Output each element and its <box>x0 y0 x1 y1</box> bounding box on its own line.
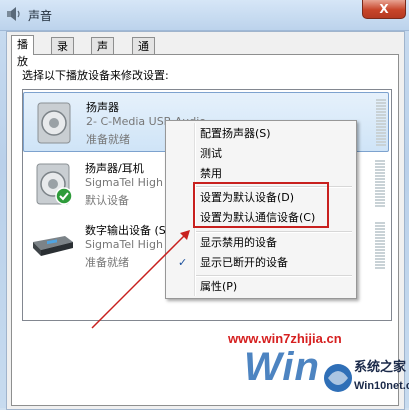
close-icon: X <box>379 2 389 16</box>
level-meter <box>375 222 385 270</box>
menu-item-properties[interactable]: 属性(P) <box>168 278 354 296</box>
menu-item-configure-speakers[interactable]: 配置扬声器(S) <box>168 125 354 143</box>
speaker-default-icon <box>36 163 73 205</box>
level-meter <box>376 99 386 147</box>
menu-item-test[interactable]: 测试 <box>168 145 354 163</box>
tab-sounds[interactable]: 声音 <box>91 37 114 70</box>
device-name: 扬声器/耳机 <box>85 162 144 175</box>
level-meter <box>375 160 385 208</box>
watermark-site-name: 系统之家 <box>354 359 407 374</box>
annotation-highlight-box <box>193 182 329 228</box>
watermark-logo-text: Win <box>244 345 320 389</box>
tab-playback[interactable]: 播放 <box>11 35 34 68</box>
menu-separator <box>196 231 352 233</box>
menu-item-disable[interactable]: 禁用 <box>168 165 354 183</box>
speaker-icon <box>7 7 20 21</box>
window-title: 声音 <box>28 9 53 23</box>
device-status: 准备就绪 <box>85 256 129 269</box>
watermark-url: www.win7zhijia.cn <box>228 331 342 346</box>
digital-output-icon <box>33 236 73 256</box>
tab-communications[interactable]: 通信 <box>132 37 155 70</box>
title-bar[interactable]: 声音 X <box>0 0 409 31</box>
device-status: 默认设备 <box>85 194 129 207</box>
checkmark-icon: ✓ <box>178 256 188 269</box>
menu-separator <box>196 275 352 277</box>
speaker-icon <box>37 102 71 144</box>
menu-item-show-disconnected[interactable]: ✓ 显示已断开的设备 <box>168 254 354 272</box>
device-status: 准备就绪 <box>86 133 130 146</box>
menu-item-show-disabled[interactable]: 显示禁用的设备 <box>168 234 354 252</box>
instruction-text: 选择以下播放设备来修改设置: <box>22 69 169 82</box>
sound-dialog: 声音 X 播放 录制 声音 通信 选择以下播放设备来修改设置: 扬声 <box>0 0 409 410</box>
close-button[interactable]: X <box>362 0 406 19</box>
watermark-site-url: Win10net.com <box>354 380 409 392</box>
tab-recording[interactable]: 录制 <box>51 37 74 70</box>
device-name: 扬声器 <box>86 101 119 114</box>
